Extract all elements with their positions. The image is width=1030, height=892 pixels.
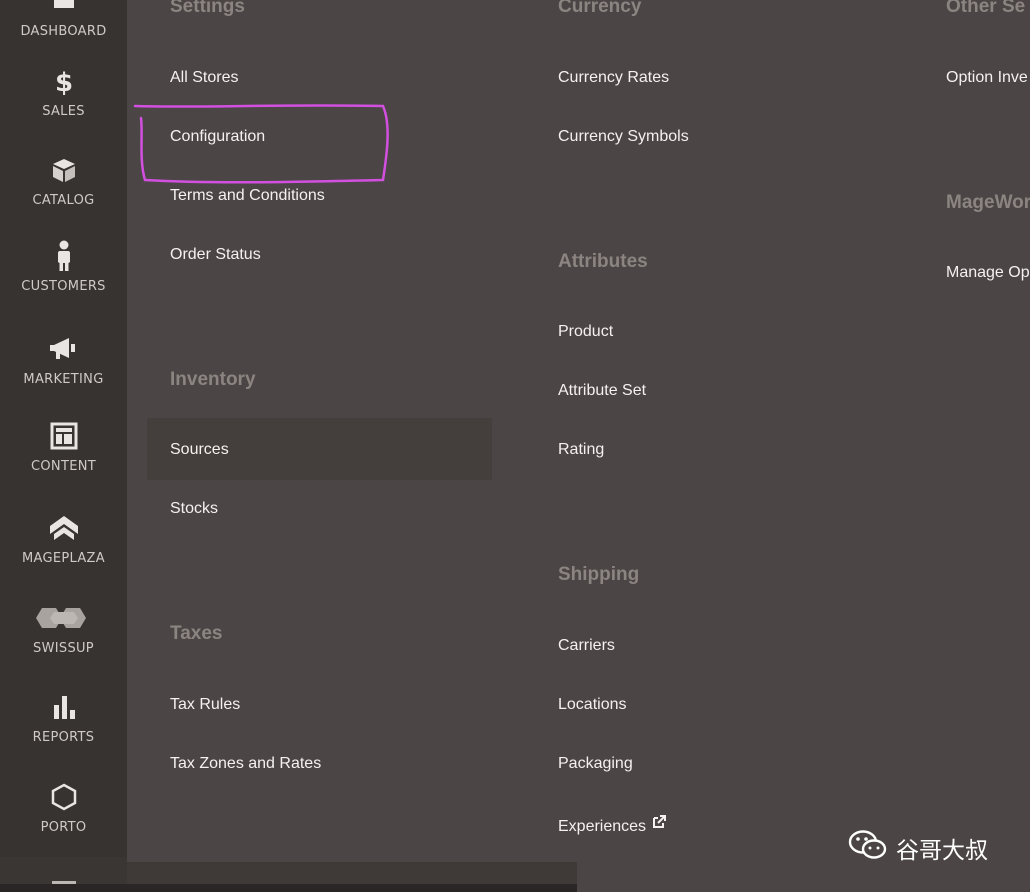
footer-edge (0, 884, 577, 892)
menu-link-terms-and-conditions[interactable]: Terms and Conditions (170, 187, 325, 205)
menu-link-attribute-set[interactable]: Attribute Set (558, 382, 646, 400)
annotation-highlight (133, 104, 391, 186)
menu-link-product[interactable]: Product (558, 323, 613, 341)
nav-item-swissup[interactable]: SWISSUP (0, 603, 127, 692)
swissup-icon (34, 603, 94, 633)
svg-text:$: $ (54, 68, 72, 96)
menu-link-currency-symbols[interactable]: Currency Symbols (558, 128, 689, 146)
nav-item-mageplaza[interactable]: MAGEPLAZA (0, 513, 127, 602)
menu-link-sources[interactable]: Sources (170, 441, 229, 459)
menu-link-order-status[interactable]: Order Status (170, 246, 261, 264)
nav-item-content[interactable]: CONTENT (0, 421, 127, 510)
nav-item-sales[interactable]: $ SALES (0, 66, 127, 155)
menu-link-tax-zones-and-rates[interactable]: Tax Zones and Rates (170, 755, 321, 773)
menu-link-locations[interactable]: Locations (558, 696, 627, 714)
admin-sidebar: DASHBOARD $ SALES CATALOG CUSTOMERS MARK… (0, 0, 127, 857)
section-title-inventory: Inventory (170, 369, 256, 390)
nav-item-dashboard[interactable]: DASHBOARD (0, 0, 127, 75)
menu-link-currency-rates[interactable]: Currency Rates (558, 69, 669, 87)
nav-item-label: DASHBOARD (20, 24, 107, 39)
nav-item-label: PORTO (40, 820, 87, 835)
section-title-other-settings: Other Se (946, 0, 1026, 17)
nav-item-reports[interactable]: REPORTS (0, 692, 127, 781)
menu-link-packaging[interactable]: Packaging (558, 755, 633, 773)
nav-item-label: REPORTS (32, 730, 95, 745)
menu-link-all-stores[interactable]: All Stores (170, 69, 238, 87)
menu-link-experiences-label: Experiences (558, 818, 647, 835)
bar-chart-icon (49, 692, 79, 722)
nav-item-label: CUSTOMERS (21, 279, 106, 294)
nav-item-label: CATALOG (32, 193, 95, 208)
nav-item-label: SALES (42, 104, 85, 119)
external-link-icon (652, 815, 667, 834)
watermark: 谷哥大叔 (848, 829, 988, 867)
nav-item-label: MAGEPLAZA (22, 551, 105, 566)
layout-icon (49, 421, 79, 451)
section-title-currency: Currency (558, 0, 642, 17)
nav-item-marketing[interactable]: MARKETING (0, 334, 127, 423)
box-icon (49, 155, 79, 185)
menu-link-option-inventory[interactable]: Option Inve (946, 69, 1028, 87)
dollar-icon: $ (49, 66, 79, 96)
menu-link-manage-options[interactable]: Manage Op (946, 264, 1030, 282)
menu-link-rating[interactable]: Rating (558, 441, 604, 459)
section-title-settings: Settings (170, 0, 245, 17)
nav-item-label: SWISSUP (33, 641, 94, 656)
nav-item-catalog[interactable]: CATALOG (0, 155, 127, 244)
nav-item-label: CONTENT (31, 459, 96, 474)
mageplaza-icon (49, 513, 79, 543)
nav-item-label: MARKETING (23, 372, 104, 387)
nav-item-customers[interactable]: CUSTOMERS (0, 240, 127, 330)
person-icon (49, 240, 79, 271)
wechat-icon (848, 829, 888, 867)
hexagon-icon (49, 782, 79, 812)
section-title-taxes: Taxes (170, 623, 223, 644)
watermark-text: 谷哥大叔 (896, 838, 988, 864)
section-title-attributes: Attributes (558, 251, 648, 272)
menu-link-carriers[interactable]: Carriers (558, 637, 615, 655)
menu-link-tax-rules[interactable]: Tax Rules (170, 696, 240, 714)
menu-link-experiences[interactable]: Experiences (558, 815, 667, 836)
menu-link-stocks[interactable]: Stocks (170, 500, 218, 518)
section-title-mageworx: MageWor (946, 192, 1030, 213)
megaphone-icon (49, 334, 79, 364)
dashboard-icon (49, 0, 79, 16)
section-title-shipping: Shipping (558, 564, 640, 585)
